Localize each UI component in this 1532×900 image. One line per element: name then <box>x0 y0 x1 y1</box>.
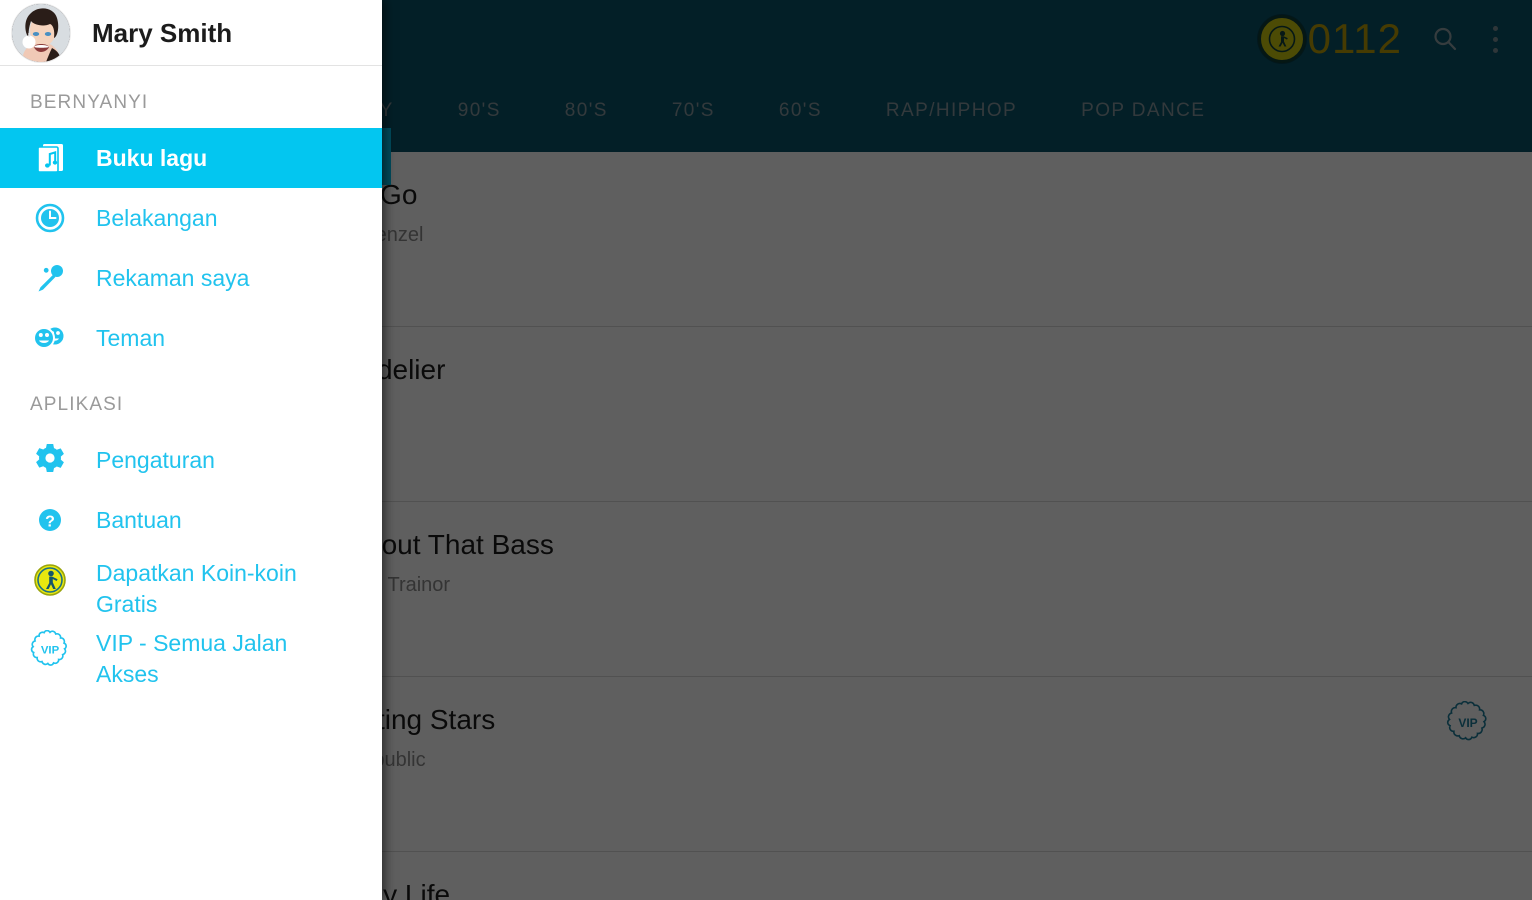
sidebar-item-vip-semua-jalan-akses[interactable]: VIP VIP - Semua Jalan Akses <box>0 620 382 690</box>
help-icon: ? <box>28 498 72 542</box>
coin-icon <box>28 558 72 602</box>
sidebar-item-dapatkan-koin-gratis[interactable]: Dapatkan Koin-koin Gratis <box>0 550 382 620</box>
friends-icon <box>28 316 72 360</box>
user-name: Mary Smith <box>92 17 233 48</box>
navigation-drawer: Mary Smith BERNYANYI Buku lagu Belakanga… <box>0 0 382 900</box>
microphone-icon <box>28 256 72 300</box>
sidebar-item-teman[interactable]: Teman <box>0 308 382 368</box>
sidebar-item-rekaman-saya[interactable]: Rekaman saya <box>0 248 382 308</box>
sidebar-item-label: Rekaman saya <box>96 264 250 291</box>
gear-icon <box>28 438 72 482</box>
songbook-icon <box>28 136 72 180</box>
drawer-header[interactable]: Mary Smith <box>0 0 382 66</box>
app-screen: 0112 POP COUN <box>0 0 1532 900</box>
sidebar-item-label: Pengaturan <box>96 446 215 473</box>
section-header-bernyanyi: BERNYANYI <box>30 92 149 113</box>
sidebar-item-pengaturan[interactable]: Pengaturan <box>0 430 382 490</box>
section-header-aplikasi: APLIKASI <box>30 394 124 415</box>
sidebar-item-bantuan[interactable]: ? Bantuan <box>0 490 382 550</box>
clock-icon <box>28 196 72 240</box>
sidebar-item-label: Belakangan <box>96 204 218 231</box>
svg-text:VIP: VIP <box>41 645 60 657</box>
avatar[interactable] <box>12 3 70 62</box>
sidebar-item-label: VIP - Semua Jalan Akses <box>96 630 288 687</box>
sidebar-item-buku-lagu[interactable]: Buku lagu <box>0 128 382 188</box>
sidebar-item-label: Bantuan <box>96 506 182 533</box>
vip-badge-icon: VIP <box>28 628 72 672</box>
sidebar-item-belakangan[interactable]: Belakangan <box>0 188 382 248</box>
sidebar-item-label: Dapatkan Koin-koin Gratis <box>96 560 297 617</box>
svg-text:?: ? <box>45 514 55 531</box>
sidebar-item-label: Buku lagu <box>96 144 208 171</box>
sidebar-item-label: Teman <box>96 324 166 351</box>
